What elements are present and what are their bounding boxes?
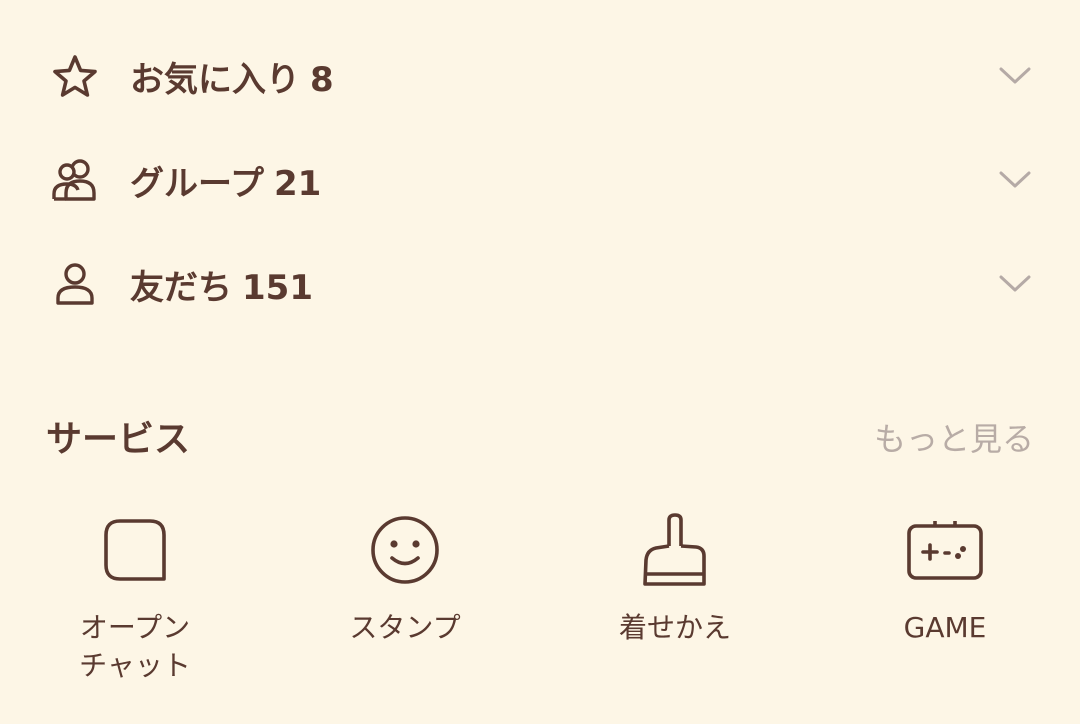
group-icon [50,155,100,205]
list-row-groups[interactable]: グループ 21 [0,128,1080,232]
service-label: スタンプ [349,611,461,644]
gamepad-icon [900,505,990,595]
service-stickers[interactable]: スタンプ [305,505,505,705]
brush-icon [630,505,720,595]
more-link[interactable]: もっと見る [874,414,1034,460]
favorites-count: 8 [310,59,334,100]
services-title: サービス [46,419,191,460]
list-row-favorites[interactable]: お気に入り 8 [0,24,1080,128]
service-game[interactable]: GAME [845,505,1045,705]
smiley-icon [360,505,450,595]
chevron-down-icon[interactable] [995,264,1035,304]
friends-count: 151 [242,267,313,308]
list-row-label: 友だち 151 [130,267,313,308]
service-label: GAME [903,611,987,644]
service-label: 着せかえ [618,611,731,644]
friend-icon [50,259,100,309]
star-icon [50,51,100,101]
list-row-label: お気に入り 8 [130,59,334,100]
list-row-label: グループ 21 [130,163,322,204]
service-label: オープン チャット [79,611,191,682]
chevron-down-icon[interactable] [995,160,1035,200]
open-chat-icon [90,505,180,595]
groups-count: 21 [273,163,322,204]
list-row-friends[interactable]: 友だち 151 [0,232,1080,336]
chevron-down-icon[interactable] [995,56,1035,96]
service-themes[interactable]: 着せかえ [575,505,775,705]
service-open-chat[interactable]: オープン チャット [35,505,235,705]
